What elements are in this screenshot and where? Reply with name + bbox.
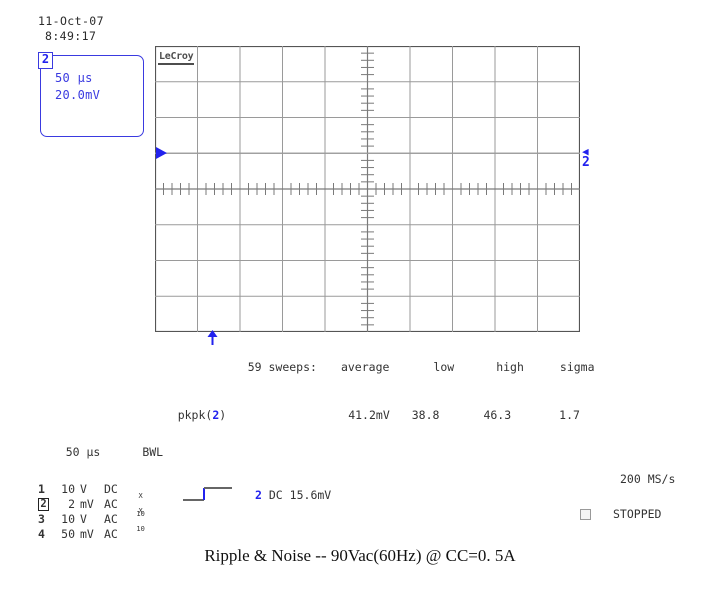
trigger-rising-edge-icon[interactable] <box>182 484 234 504</box>
timestamp-date: 11-Oct-07 <box>38 14 104 28</box>
channel-4-number: 4 <box>38 527 45 541</box>
measurement-parameter: pkpk( <box>177 408 213 422</box>
channel-4-unit: mV <box>80 527 94 541</box>
channel-2-volts: 2 <box>68 497 75 511</box>
trigger-info: 2 DC 15.6mV <box>255 488 331 502</box>
value-high: 46.3 <box>483 408 512 422</box>
measurement-header-row: 59 sweeps: average low high sigma <box>150 343 595 391</box>
sweeps-label: 59 sweeps: <box>247 360 317 374</box>
channel-2-marker-right[interactable]: ◀ 2 <box>582 146 590 170</box>
sample-rate-readout: 200 MS/s <box>620 472 676 486</box>
panel-header-row: 50 µs BWL <box>38 430 163 475</box>
figure-caption: Ripple & Noise -- 90Vac(60Hz) @ CC=0. 5A <box>204 546 516 565</box>
column-average: average <box>340 360 390 374</box>
channel-3-volts: 10 <box>61 512 75 526</box>
measurement-parameter-close: ) <box>219 408 227 422</box>
channel-4-volts: 50 <box>61 527 75 541</box>
channel-1-number: 1 <box>38 482 45 496</box>
channel-settings-panel: 50 µs BWL 1 10 V DC 2 2 mV AC X 10 3 10 V… <box>38 430 163 542</box>
measurement-value-row: pkpk(2) 41.2mV 38.8 46.3 1.7 <box>150 391 595 439</box>
channel-descriptor-values: 50 µs 20.0mV <box>55 70 100 104</box>
descriptor-timebase: 50 µs <box>55 71 93 85</box>
trigger-level: 15.6mV <box>289 488 332 502</box>
acquisition-state-indicator-icon <box>580 508 591 520</box>
channel-1-volts: 10 <box>61 482 75 496</box>
channel-3-coupling: AC <box>104 512 118 526</box>
channel-3-number: 3 <box>38 512 45 526</box>
channel-2-unit: mV <box>80 497 94 511</box>
channel-2-number: 2 <box>38 498 49 511</box>
channel-2-badge[interactable]: 2 <box>38 52 53 69</box>
acquisition-timestamp: 11-Oct-07 8:49:17 <box>38 14 104 44</box>
acquisition-state[interactable]: STOPPED <box>580 507 661 521</box>
acquisition-state-label: STOPPED <box>613 507 662 521</box>
column-high: high <box>496 360 524 374</box>
column-low: low <box>433 360 455 374</box>
column-sigma: sigma <box>559 360 595 374</box>
trigger-source-channel: 2 <box>255 488 262 502</box>
channel-1-unit: V <box>80 482 87 496</box>
panel-bwl-label: BWL <box>142 445 164 459</box>
lecroy-logo: LeCroy <box>158 51 195 65</box>
timestamp-time: 8:49:17 <box>45 29 97 43</box>
channel-4-coupling: AC <box>104 527 118 541</box>
measurement-table: 59 sweeps: average low high sigma pkpk(2) 41.… <box>150 343 595 439</box>
trigger-coupling: DC <box>268 488 283 502</box>
channel-3-probe-top: X <box>138 506 143 515</box>
channel-3-unit: V <box>80 512 87 526</box>
channel-row-4[interactable]: 4 50 mV AC <box>38 527 163 542</box>
channel-2-coupling: AC <box>104 497 118 511</box>
panel-timebase: 50 µs <box>65 445 101 459</box>
value-average: 41.2mV <box>348 408 390 422</box>
value-low: 38.8 <box>411 408 440 422</box>
descriptor-vertical-scale: 20.0mV <box>55 88 101 102</box>
scope-graticule[interactable] <box>155 46 580 332</box>
value-sigma: 1.7 <box>559 408 580 422</box>
channel-2-marker-label: 2 <box>582 155 590 170</box>
channel-1-coupling: DC <box>104 482 118 496</box>
